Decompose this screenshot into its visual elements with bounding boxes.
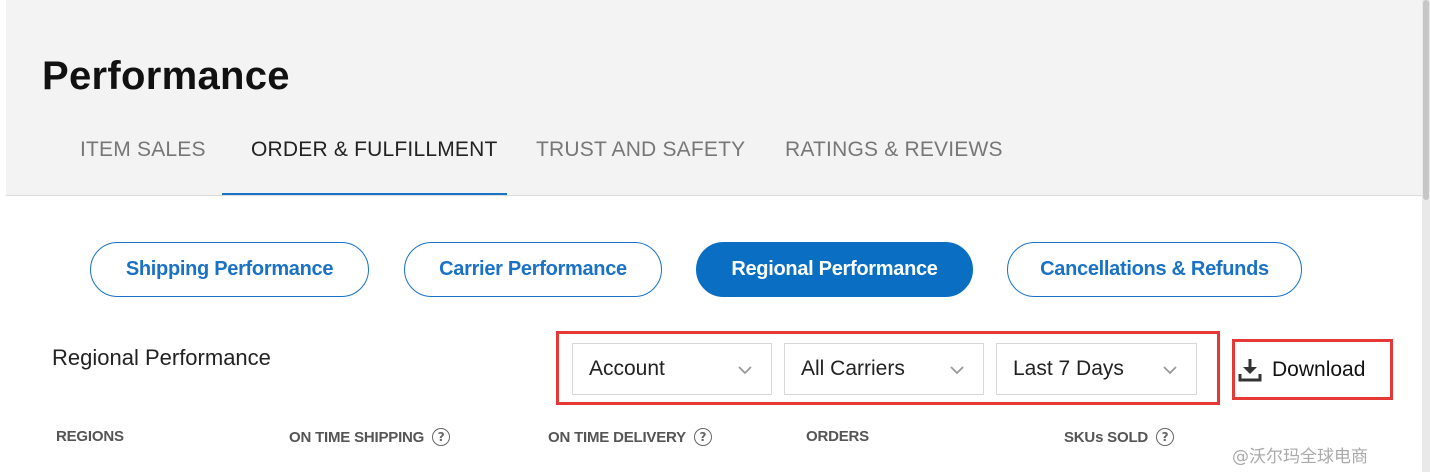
tab-ratings-reviews[interactable]: RATINGS & REVIEWS	[785, 138, 1003, 162]
watermark: @沃尔玛全球电商	[1232, 447, 1368, 467]
help-icon[interactable]: ?	[693, 428, 712, 446]
chevron-down-icon	[950, 366, 964, 375]
main-tabs: ITEM SALES ORDER & FULFILLMENT TRUST AND…	[0, 120, 1422, 197]
download-label: Download	[1272, 358, 1366, 381]
column-header-label: REGIONS	[56, 428, 124, 445]
column-header-skus-sold[interactable]: SKUs SOLD ?	[1064, 428, 1175, 446]
column-header-regions[interactable]: REGIONS	[56, 428, 124, 445]
subtab-regional-performance[interactable]: Regional Performance	[696, 242, 973, 297]
column-header-label: ORDERS	[806, 428, 869, 445]
column-header-label: ON TIME DELIVERY	[548, 428, 686, 446]
section-title: Regional Performance	[52, 345, 271, 370]
scrollbar-thumb[interactable]	[1423, 0, 1429, 200]
chevron-down-icon	[1163, 366, 1177, 375]
column-header-on-time-delivery[interactable]: ON TIME DELIVERY ?	[548, 428, 712, 446]
chevron-down-icon	[738, 366, 752, 375]
carrier-select[interactable]: All Carriers	[784, 343, 984, 395]
subtab-cancellations-refunds[interactable]: Cancellations & Refunds	[1007, 242, 1302, 297]
download-button[interactable]: Download	[1238, 350, 1378, 390]
tab-trust-and-safety[interactable]: TRUST AND SAFETY	[536, 138, 745, 162]
subtab-carrier-performance[interactable]: Carrier Performance	[404, 242, 662, 297]
column-header-label: SKUs SOLD	[1064, 428, 1149, 446]
date-range-select[interactable]: Last 7 Days	[996, 343, 1197, 395]
column-header-on-time-shipping[interactable]: ON TIME SHIPPING ?	[289, 428, 451, 446]
date-range-select-value: Last 7 Days	[1013, 357, 1124, 380]
carrier-select-value: All Carriers	[801, 357, 905, 380]
column-header-label: ON TIME SHIPPING	[289, 428, 425, 446]
account-select-value: Account	[589, 357, 665, 380]
help-icon[interactable]: ?	[432, 428, 451, 446]
download-icon	[1238, 359, 1262, 382]
account-select[interactable]: Account	[572, 343, 772, 395]
tab-order-fulfillment[interactable]: ORDER & FULFILLMENT	[251, 138, 498, 162]
subtab-shipping-performance[interactable]: Shipping Performance	[90, 242, 369, 297]
tab-item-sales[interactable]: ITEM SALES	[80, 138, 206, 162]
column-header-orders[interactable]: ORDERS	[806, 428, 869, 445]
help-icon[interactable]: ?	[1156, 428, 1175, 446]
page-title: Performance	[42, 54, 290, 98]
